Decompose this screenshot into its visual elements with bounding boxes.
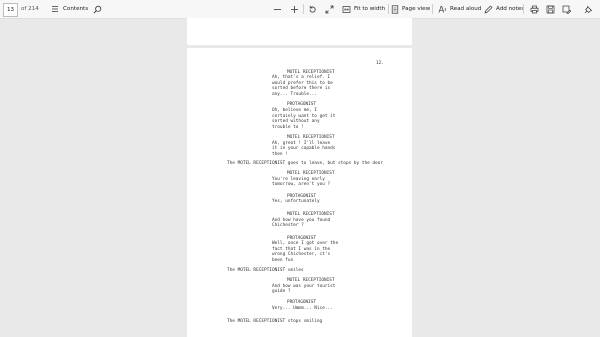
save-as-icon [562, 5, 571, 14]
rotate-icon [308, 5, 317, 14]
print-button[interactable] [530, 0, 539, 18]
add-notes-label: Add notes [496, 6, 525, 12]
search-icon [93, 5, 102, 14]
toolbar-divider [388, 4, 389, 14]
plus-icon [290, 5, 299, 14]
add-notes-button[interactable]: Add notes [484, 0, 524, 18]
fit-to-width-label: Fit to width [354, 6, 386, 12]
page-number: 12. [376, 61, 384, 66]
previous-page [187, 18, 412, 45]
action-line: The MOTEL RECEPTIONIST goes to leave, bu… [227, 161, 383, 166]
pdf-toolbar: 13 of 214 Contents Fit to width Page vie… [0, 0, 600, 19]
action-line: The MOTEL RECEPTIONIST smiles [227, 267, 304, 273]
dialogue-line: tomorrow, aren't you ? [272, 182, 331, 187]
page-view-label: Page view [402, 6, 431, 12]
search-button[interactable] [93, 0, 102, 18]
add-notes-icon [484, 5, 493, 14]
dialogue-line: Chichester ? [272, 223, 304, 228]
save-as-button[interactable] [562, 0, 571, 18]
page-view-icon [391, 4, 399, 14]
contents-label: Contents [63, 6, 89, 12]
pin-icon [584, 5, 593, 14]
zoom-in-button[interactable] [290, 0, 299, 18]
fit-width-icon [342, 5, 351, 14]
minus-icon [273, 5, 282, 14]
read-aloud-label: Read aloud [450, 6, 482, 12]
character-name: PROTAGONIST [287, 101, 317, 107]
toolbar-divider [303, 4, 304, 14]
dialogue-line: guide ? [272, 289, 291, 294]
save-button[interactable] [546, 0, 555, 18]
page-number-input[interactable]: 13 [3, 3, 18, 17]
full-screen-button[interactable] [325, 0, 334, 18]
save-icon [546, 5, 555, 14]
zoom-out-button[interactable] [273, 0, 282, 18]
expand-icon [325, 5, 334, 14]
dialogue-line: Yes, unfortunately [272, 199, 320, 204]
print-icon [530, 5, 539, 14]
rotate-button[interactable] [308, 0, 317, 18]
contents-icon [51, 5, 59, 13]
dialogue-line: been fun [272, 257, 294, 263]
pin-button[interactable] [584, 0, 593, 18]
contents-button[interactable]: Contents [51, 0, 88, 18]
document-page: 12. MOTEL RECEPTIONIST Ah, that's a reli… [187, 48, 412, 337]
dialogue-line: Very... Ummm... Nice... [272, 305, 333, 311]
page-count-label: of 214 [21, 6, 39, 12]
fit-to-width-button[interactable]: Fit to width [342, 0, 385, 18]
toolbar-divider [523, 4, 524, 14]
toolbar-divider [432, 4, 433, 14]
dialogue-line: any... Trouble... [272, 91, 317, 97]
dialogue-line: then ! [272, 151, 288, 157]
read-aloud-button[interactable]: Read aloud [438, 0, 481, 18]
page-view-button[interactable]: Page view [391, 0, 430, 18]
read-aloud-icon [438, 5, 447, 14]
action-line: The MOTEL RECEPTIONIST stops smiling [227, 318, 323, 324]
dialogue-line: trouble to ! [272, 124, 304, 130]
